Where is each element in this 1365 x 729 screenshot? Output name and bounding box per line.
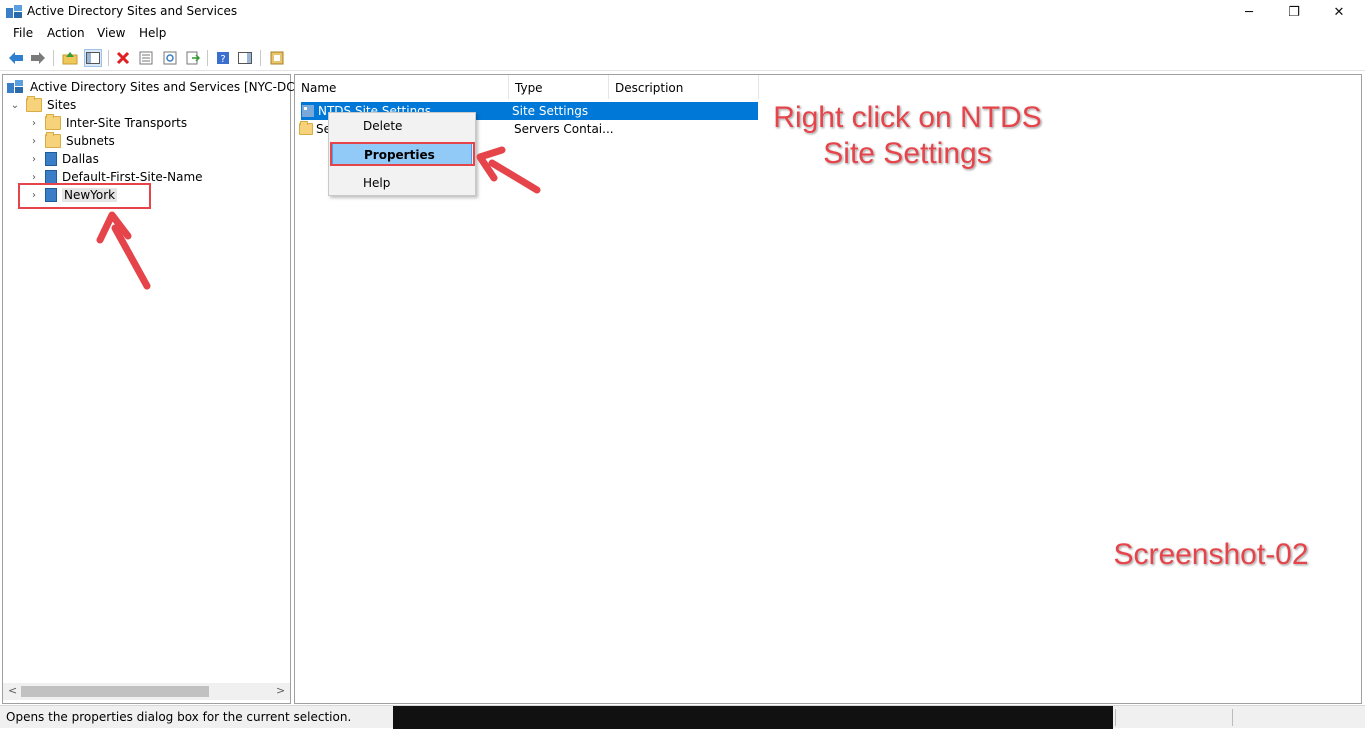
screenshot-label: Screenshot-02: [1113, 538, 1309, 571]
annotation-arrows: [96, 146, 541, 290]
instruction-line-2: Site Settings: [823, 137, 992, 170]
arrow-to-newyork: [96, 211, 151, 290]
instruction-line-1: Right click on NTDS: [773, 101, 1042, 134]
arrow-to-properties: [476, 146, 541, 194]
